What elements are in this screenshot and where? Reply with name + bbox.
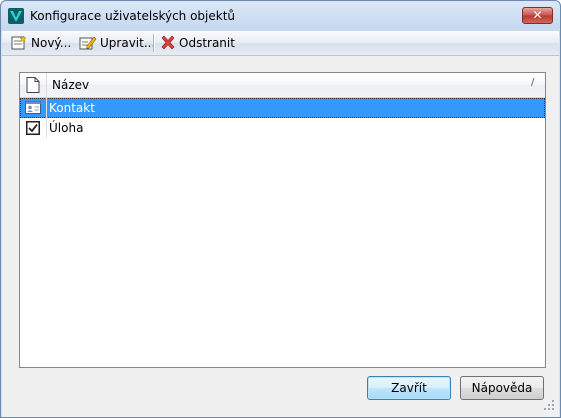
resize-grip-icon[interactable] — [542, 398, 556, 412]
task-checkbox-icon — [26, 121, 40, 135]
close-icon: ✕ — [532, 8, 543, 22]
list-item-label: Úloha — [49, 121, 84, 135]
header-icon-column[interactable] — [20, 73, 47, 97]
row-icon-cell — [20, 98, 47, 118]
list-item[interactable]: Úloha — [20, 118, 545, 138]
objects-list[interactable]: Název / Kontakt Úloha — [19, 72, 546, 368]
delete-button-label: Odstranit — [179, 36, 235, 50]
help-button[interactable]: Nápověda — [460, 376, 544, 400]
app-logo-icon — [8, 8, 24, 24]
edit-icon — [79, 36, 97, 50]
contact-card-icon — [25, 101, 41, 114]
title-bar[interactable]: Konfigurace uživatelských objektů ✕ — [1, 1, 560, 31]
close-button[interactable]: Zavřít — [367, 376, 451, 400]
new-item-icon — [11, 35, 27, 50]
delete-button[interactable]: Odstranit — [160, 34, 235, 52]
window-close-button[interactable]: ✕ — [522, 7, 553, 24]
document-icon — [26, 77, 40, 93]
window-title: Konfigurace uživatelských objektů — [30, 9, 236, 23]
list-item-label: Kontakt — [49, 101, 95, 115]
toolbar-separator — [153, 34, 155, 52]
delete-x-icon — [161, 35, 175, 50]
dialog-body: Název / Kontakt Úloha Zavřít Nápověda — [2, 56, 559, 417]
toolbar: Nový... Upravit... Odstranit — [2, 31, 559, 56]
list-item[interactable]: Kontakt — [20, 98, 545, 118]
dialog-window: Konfigurace uživatelských objektů ✕ Nový… — [0, 0, 561, 418]
row-icon-cell — [20, 118, 47, 138]
edit-button[interactable]: Upravit... — [79, 34, 155, 52]
edit-button-label: Upravit... — [100, 36, 156, 50]
new-button-label: Nový... — [31, 36, 72, 50]
list-header: Název / — [20, 73, 545, 98]
column-resize-grip: / — [531, 77, 535, 88]
new-button[interactable]: Nový... — [10, 34, 71, 52]
column-header-name[interactable]: Název — [52, 78, 89, 92]
